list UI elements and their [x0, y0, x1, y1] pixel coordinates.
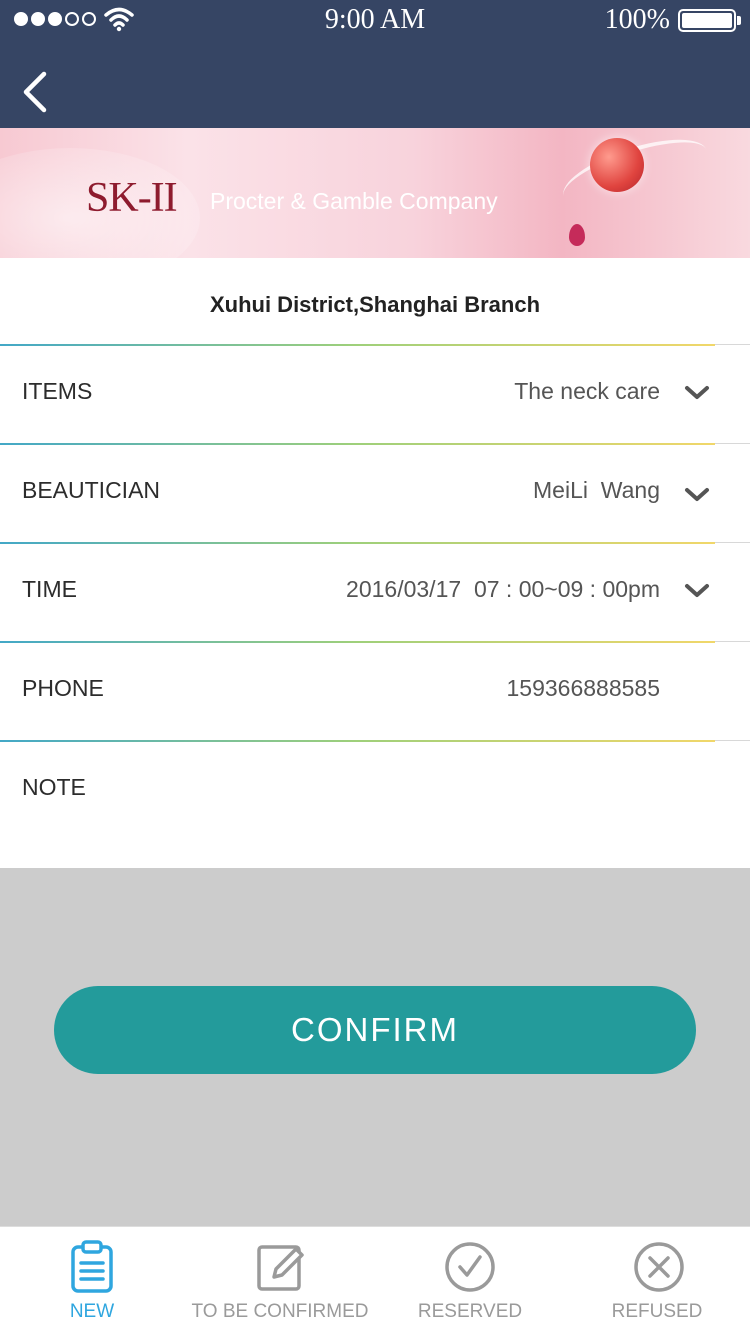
tab-reserved[interactable]: RESERVED — [376, 1227, 564, 1334]
time-label: TIME — [22, 576, 77, 602]
row-divider — [715, 344, 750, 345]
beautician-value[interactable]: MeiLi Wang — [533, 477, 660, 504]
battery-level — [682, 13, 732, 28]
battery-tip — [737, 16, 741, 25]
tab-bar: NEW TO BE CONFIRMED RESERVED REFUSED — [0, 1226, 750, 1334]
chevron-down-icon[interactable] — [684, 582, 710, 600]
brand-logo: SK-II — [86, 175, 178, 221]
clipboard-icon — [71, 1240, 113, 1293]
row-divider — [715, 641, 750, 642]
phone-value[interactable]: 159366888585 — [507, 675, 661, 702]
chevron-down-icon[interactable] — [684, 486, 710, 504]
tab-new[interactable]: NEW — [0, 1227, 184, 1334]
beautician-label: BEAUTICIAN — [22, 477, 161, 503]
x-circle-icon — [634, 1242, 684, 1292]
row-divider — [0, 641, 715, 643]
items-label: ITEMS — [22, 378, 93, 404]
check-circle-icon — [445, 1242, 495, 1292]
tab-refused-label: REFUSED — [611, 1301, 703, 1322]
battery-percent: 100% — [604, 4, 670, 35]
row-divider — [0, 344, 715, 346]
form-row-time[interactable]: TIME 2016/03/17 07 : 00~09 : 00pm — [0, 542, 750, 641]
form-row-phone[interactable]: PHONE 159366888585 — [0, 641, 750, 740]
phone-label: PHONE — [22, 675, 104, 701]
chevron-down-icon[interactable] — [684, 384, 710, 402]
top-bar: 9:00 AM 100% — [0, 0, 750, 128]
tab-to-be-confirmed[interactable]: TO BE CONFIRMED — [184, 1227, 376, 1334]
time-value[interactable]: 2016/03/17 07 : 00~09 : 00pm — [346, 576, 660, 603]
row-divider — [715, 443, 750, 444]
form-row-items[interactable]: ITEMS The neck care — [0, 344, 750, 443]
tab-to-be-confirmed-label: TO BE CONFIRMED — [191, 1301, 369, 1322]
form-row-note[interactable]: NOTE — [0, 740, 750, 868]
battery-icon — [678, 9, 736, 32]
row-divider — [715, 740, 750, 741]
edit-icon — [257, 1245, 304, 1291]
fruit-decoration — [590, 138, 644, 192]
form-row-beautician[interactable]: BEAUTICIAN MeiLi Wang — [0, 443, 750, 542]
chevron-left-icon[interactable] — [18, 70, 52, 114]
status-bar: 9:00 AM 100% — [0, 0, 750, 40]
row-divider — [0, 740, 715, 742]
brand-company: Procter & Gamble Company — [210, 188, 498, 214]
items-value[interactable]: The neck care — [514, 378, 660, 405]
tab-refused[interactable]: REFUSED — [564, 1227, 750, 1334]
tab-new-label: NEW — [69, 1301, 115, 1322]
row-divider — [715, 542, 750, 543]
note-label: NOTE — [22, 774, 86, 800]
drop-decoration — [569, 224, 585, 246]
brand-banner: SK-II Procter & Gamble Company — [0, 128, 750, 258]
branch-title: Xuhui District,Shanghai Branch — [209, 292, 541, 317]
row-divider — [0, 542, 715, 544]
tab-reserved-label: RESERVED — [417, 1301, 523, 1322]
row-divider — [0, 443, 715, 445]
confirm-button[interactable]: CONFIRM — [54, 986, 696, 1074]
